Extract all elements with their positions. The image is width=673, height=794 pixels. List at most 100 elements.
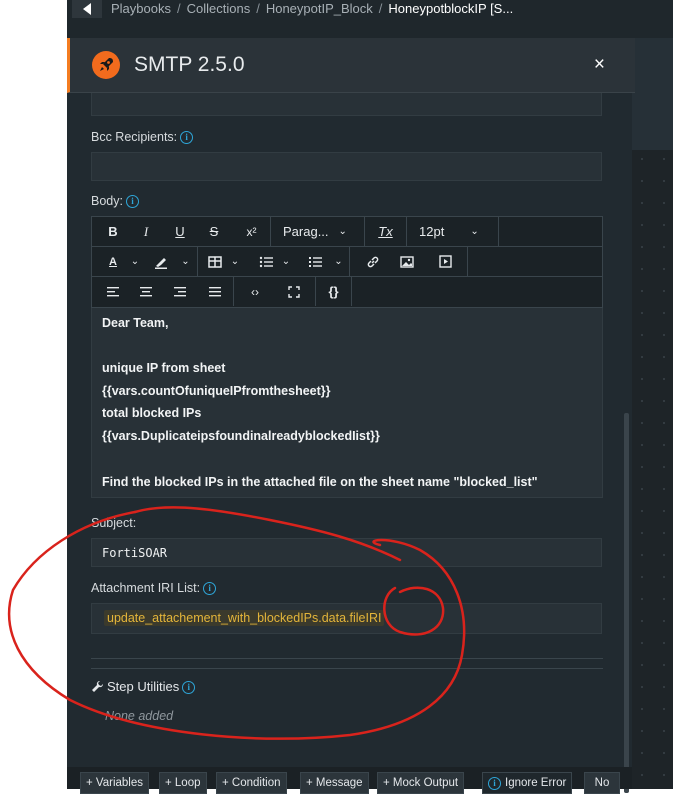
strikethrough-button[interactable]: S — [203, 217, 225, 246]
breadcrumb: Playbooks / Collections / HoneypotIP_Block / H… — [111, 1, 513, 16]
toolbar-row-1: B I U S x² Parag... ⌄ Tx 12pt ⌄ — [92, 217, 602, 247]
body-line: {{vars.Duplicateipsfoundinalreadyblocked… — [102, 429, 380, 443]
breadcrumb-separator: / — [378, 1, 383, 16]
breadcrumb-item-playbooks[interactable]: Playbooks — [111, 1, 171, 16]
info-icon[interactable]: i — [182, 681, 196, 695]
add-loop-button[interactable]: + Loop — [159, 772, 207, 794]
wrench-icon — [92, 680, 104, 692]
step-utilities-title: Step Utilities — [107, 679, 180, 694]
subject-input[interactable]: FortiSOAR — [91, 538, 602, 567]
chevron-down-icon[interactable]: ⌄ — [328, 247, 350, 276]
bcc-input[interactable] — [91, 152, 602, 181]
bcc-label: Bcc Recipients: i — [91, 130, 194, 145]
body-line: Find the blocked IPs in the attached fil… — [102, 475, 538, 489]
jinja-braces-button[interactable]: {} — [316, 277, 352, 306]
chevron-down-icon: ⌄ — [470, 226, 479, 237]
smtp-connector-logo — [92, 51, 120, 79]
font-size-dropdown[interactable]: 12pt ⌄ — [407, 217, 499, 246]
attachment-label-text: Attachment IRI List: — [91, 581, 201, 595]
chevron-down-icon[interactable]: ⌄ — [228, 247, 242, 276]
paragraph-dropdown-value: Parag... — [283, 224, 329, 239]
superscript-button[interactable]: x² — [233, 217, 271, 246]
info-icon[interactable]: i — [125, 195, 139, 209]
breadcrumb-current: HoneypotblockIP [S... — [388, 1, 514, 16]
align-right-button[interactable] — [169, 277, 191, 306]
link-icon — [367, 256, 379, 267]
align-right-icon — [174, 286, 186, 296]
table-icon — [208, 255, 222, 268]
body-line: total blocked IPs — [102, 406, 202, 420]
breadcrumb-item-collections[interactable]: Collections — [187, 1, 251, 16]
subject-label: Subject: — [91, 516, 137, 530]
align-center-icon — [140, 286, 152, 296]
attachment-iri-value: update_attachement_with_blockedIPs.data.… — [104, 610, 385, 626]
bold-button[interactable]: B — [102, 217, 124, 246]
ignore-error-label: Ignore Error — [505, 777, 567, 789]
back-button[interactable] — [72, 0, 102, 18]
table-button[interactable] — [204, 247, 226, 276]
add-variables-button[interactable]: + Variables — [80, 772, 150, 794]
panel-header: SMTP 2.5.0 × — [67, 38, 635, 93]
link-button[interactable] — [360, 247, 386, 276]
chevron-down-icon[interactable]: ⌄ — [174, 247, 198, 276]
attachment-iri-input[interactable]: update_attachement_with_blockedIPs.data.… — [91, 603, 602, 634]
text-color-button[interactable]: A — [102, 247, 124, 276]
ignore-error-toggle[interactable]: i Ignore Error — [482, 772, 573, 794]
panel-body: Bcc Recipients: i Body: i B I U S x² Parag… — [67, 93, 632, 789]
info-icon: i — [488, 776, 501, 790]
chevron-down-icon[interactable]: ⌄ — [279, 247, 293, 276]
media-play-icon — [439, 255, 452, 268]
font-size-value: 12pt — [419, 224, 445, 239]
breadcrumb-separator: / — [256, 1, 260, 16]
justify-icon — [208, 286, 221, 296]
source-code-button[interactable]: ‹› — [238, 277, 272, 306]
body-line: {{vars.countOfuniqueIPfromthesheet}} — [102, 384, 331, 398]
step-utilities-empty: None added — [105, 709, 174, 723]
step-config-panel: SMTP 2.5.0 × Bcc Recipients: i Body: i B I… — [67, 38, 635, 793]
subject-value: FortiSOAR — [102, 546, 168, 560]
panel-title: SMTP 2.5.0 — [134, 53, 245, 76]
body-label: Body: i — [91, 194, 139, 209]
bullet-list-button[interactable] — [255, 247, 277, 276]
align-center-button[interactable] — [135, 277, 157, 306]
justify-button[interactable] — [196, 277, 234, 306]
body-editor[interactable]: Dear Team, unique IP from sheet {{vars.c… — [91, 308, 603, 498]
body-line: Dear Team, — [102, 316, 169, 330]
chevron-down-icon[interactable]: ⌄ — [128, 247, 142, 276]
underline-button[interactable]: U — [169, 217, 191, 246]
close-button[interactable]: × — [594, 54, 605, 76]
breadcrumb-separator: / — [176, 1, 181, 16]
numbered-list-button[interactable] — [304, 247, 326, 276]
align-left-icon — [107, 286, 119, 296]
numbered-list-icon — [309, 256, 322, 267]
info-icon[interactable]: i — [180, 131, 194, 145]
chevron-down-icon: ⌄ — [338, 226, 347, 237]
align-left-button[interactable] — [102, 277, 124, 306]
image-button[interactable] — [394, 247, 420, 276]
add-message-button[interactable]: + Message — [300, 772, 369, 794]
highlighter-icon — [155, 257, 167, 269]
body-line: unique IP from sheet — [102, 361, 226, 375]
rocket-icon — [100, 58, 113, 71]
add-mock-output-button[interactable]: + Mock Output — [377, 772, 465, 794]
italic-button[interactable]: I — [135, 217, 157, 246]
step-utilities-header[interactable]: Step Utilities i — [91, 679, 196, 695]
divider — [91, 658, 603, 659]
body-label-text: Body: — [91, 194, 123, 208]
fullscreen-button[interactable] — [272, 277, 316, 306]
paragraph-dropdown[interactable]: Parag... ⌄ — [271, 217, 365, 246]
highlight-color-button[interactable] — [150, 247, 172, 276]
back-arrow-icon — [83, 3, 91, 15]
panel-scrollbar[interactable] — [624, 413, 629, 793]
clear-formatting-button[interactable]: Tx — [365, 217, 407, 246]
attachment-label: Attachment IRI List: i — [91, 581, 217, 596]
fullscreen-icon — [287, 285, 300, 298]
divider — [91, 668, 603, 669]
media-button[interactable] — [424, 247, 468, 276]
editor-toolbar: B I U S x² Parag... ⌄ Tx 12pt ⌄ A ⌄ ⌄ ⌄ ⌄ … — [91, 216, 603, 308]
ignore-error-no-option[interactable]: No — [584, 772, 620, 794]
breadcrumb-item-collection[interactable]: HoneypotIP_Block — [266, 1, 373, 16]
info-icon[interactable]: i — [203, 582, 217, 596]
previous-field-input[interactable] — [91, 93, 602, 116]
add-condition-button[interactable]: + Condition — [216, 772, 287, 794]
